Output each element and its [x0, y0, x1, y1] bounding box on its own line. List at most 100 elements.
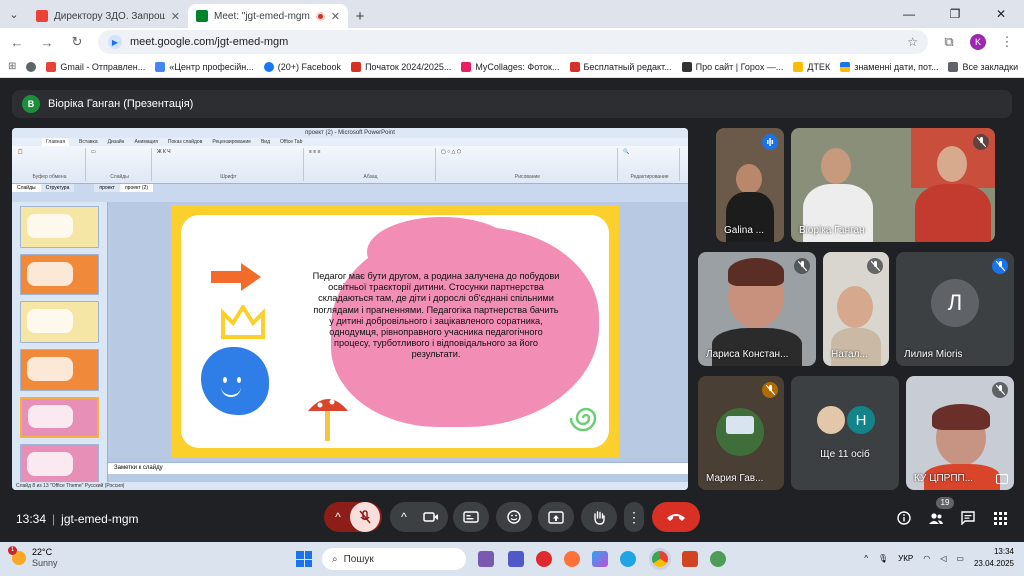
present-screen-button[interactable]: [538, 502, 574, 532]
opera-icon[interactable]: [536, 551, 552, 567]
participant-tile[interactable]: КУ ЦПРПП...: [906, 376, 1014, 490]
powerpoint-icon[interactable]: [682, 551, 698, 567]
current-slide[interactable]: Педагог має бути другом, а родина залуче…: [171, 205, 619, 458]
participant-tile[interactable]: Л Лилия Мioris: [896, 252, 1014, 366]
new-tab-button[interactable]: +: [348, 4, 372, 28]
chrome-icon[interactable]: [652, 551, 668, 567]
doc-tab[interactable]: проект (2): [119, 184, 154, 192]
bookmark-item[interactable]: «Центр професійн...: [155, 61, 254, 72]
pip-icon[interactable]: [996, 474, 1008, 484]
slide-notes[interactable]: Заметки к слайду: [108, 462, 688, 474]
slide-quote-text[interactable]: Педагог має бути другом, а родина залуче…: [311, 271, 561, 361]
task-view-icon[interactable]: [478, 551, 494, 567]
edge-icon[interactable]: [620, 551, 636, 567]
battery-icon[interactable]: ▭: [956, 554, 964, 563]
reactions-button[interactable]: [496, 502, 532, 532]
video-options-chevron-icon[interactable]: ^: [392, 510, 416, 524]
doc-tab[interactable]: проект: [94, 184, 120, 192]
bookmark-item[interactable]: (20+) Facebook: [263, 61, 341, 72]
bookmark-item[interactable]: Початок 2024/2025...: [351, 61, 451, 72]
participant-tile[interactable]: Віоріка Ганган: [791, 128, 995, 242]
app-icon[interactable]: [710, 551, 726, 567]
participant-tile[interactable]: Лариса Констан...: [698, 252, 816, 366]
shapes-icon[interactable]: ▢ ○ △ ⬡: [441, 149, 614, 155]
extensions-icon[interactable]: ⧉: [940, 34, 958, 50]
leave-call-button[interactable]: [652, 502, 700, 532]
wifi-icon[interactable]: ◠: [923, 554, 930, 563]
slide-thumbnail[interactable]: [20, 253, 99, 296]
font-icon[interactable]: Ж К Ч: [157, 149, 300, 155]
ribbon-tab[interactable]: Вид: [261, 138, 270, 146]
bookmark-item[interactable]: Про сайт | Горох —...: [681, 61, 783, 72]
paragraph-icon[interactable]: ≡ ≡ ≡: [309, 149, 432, 155]
ribbon-tab[interactable]: Рецензирование: [212, 138, 251, 146]
ribbon-tab[interactable]: Главная: [42, 138, 70, 146]
profile-avatar[interactable]: K: [970, 34, 986, 50]
participants-button[interactable]: [926, 508, 946, 528]
taskbar-clock[interactable]: 13:34 23.04.2025: [974, 546, 1014, 570]
restore-icon[interactable]: ❐: [932, 0, 978, 28]
close-tab-icon[interactable]: ✕: [171, 10, 180, 23]
panel-tab-outline[interactable]: Структура: [40, 184, 75, 192]
ribbon-tab[interactable]: Показ слайдов: [168, 138, 202, 146]
tab-search-chevron-icon[interactable]: ⌄: [0, 0, 28, 28]
bookmark-item[interactable]: Бесплатный редакт...: [569, 61, 672, 72]
firefox-icon[interactable]: [564, 551, 580, 567]
camera-toggle-button[interactable]: [416, 511, 446, 523]
all-bookmarks[interactable]: Все закладки: [948, 61, 1018, 72]
meeting-details-button[interactable]: [894, 508, 914, 528]
volume-icon[interactable]: ◁: [940, 554, 946, 563]
slide-thumbnail[interactable]: [20, 206, 99, 248]
slide-thumbnail[interactable]: [20, 444, 99, 486]
keyboard-language[interactable]: УКР: [898, 554, 913, 563]
bookmark-item[interactable]: ДТЕК: [793, 61, 830, 72]
browser-tab-1[interactable]: Директору ЗДО. Запрошення ✕: [28, 4, 188, 28]
ribbon-tab[interactable]: Анимация: [134, 138, 157, 146]
clipboard-icon[interactable]: 📋: [17, 149, 82, 155]
site-info-icon[interactable]: ▶: [108, 35, 122, 49]
chat-button[interactable]: [958, 508, 978, 528]
windows-start-icon[interactable]: [296, 551, 312, 567]
bookmark-item[interactable]: MyCollages: Фоток...: [461, 61, 560, 72]
browser-tab-2[interactable]: Meet: "jgt-emed-mgm" ✕: [188, 4, 348, 28]
close-window-icon[interactable]: ✕: [978, 0, 1024, 28]
slide-thumbnail[interactable]: [20, 301, 99, 343]
slides-icon[interactable]: ▭: [91, 149, 148, 155]
forward-icon[interactable]: →: [38, 35, 56, 50]
ribbon-tab[interactable]: Office Tab: [280, 138, 302, 146]
address-url[interactable]: meet.google.com/jgt-emed-mgm: [130, 36, 899, 48]
close-tab-icon[interactable]: ✕: [331, 10, 340, 23]
microphone-tray-icon[interactable]: 🎙: [878, 554, 888, 563]
slide-thumbnail[interactable]: [20, 396, 99, 439]
bookmark-item[interactable]: Gmail - Отправлен...: [46, 61, 145, 72]
reload-icon[interactable]: ↻: [68, 34, 86, 50]
slide-thumbnail[interactable]: [20, 348, 99, 391]
activities-button[interactable]: [990, 508, 1010, 528]
address-bar[interactable]: ▶ meet.google.com/jgt-emed-mgm ☆: [98, 30, 928, 54]
audio-options-chevron-icon[interactable]: ^: [326, 510, 350, 524]
participant-tile[interactable]: Galina ...: [716, 128, 784, 242]
weather-widget[interactable]: 1 22°C Sunny: [8, 546, 58, 569]
minimize-icon[interactable]: —: [886, 0, 932, 28]
more-options-button[interactable]: ⋮: [624, 502, 644, 532]
tray-chevron-icon[interactable]: ^: [864, 554, 868, 563]
browser-menu-icon[interactable]: ⋮: [998, 34, 1016, 50]
taskbar-search[interactable]: ⌕ Пошук: [322, 548, 466, 570]
captions-button[interactable]: [453, 502, 489, 532]
find-icon[interactable]: 🔍: [623, 149, 676, 155]
bookmark-item[interactable]: [26, 61, 37, 72]
bookmark-item[interactable]: знаменні дати, пот...: [840, 61, 938, 72]
participant-tile[interactable]: Мария Гав...: [698, 376, 784, 490]
raise-hand-button[interactable]: [581, 502, 617, 532]
ribbon-tab[interactable]: Вставка: [79, 138, 98, 146]
mic-toggle-button[interactable]: [350, 502, 380, 532]
more-participants-tile[interactable]: Н Ще 11 осіб: [791, 376, 899, 490]
panel-tab-slides[interactable]: Слайды: [12, 184, 41, 192]
bookmark-star-icon[interactable]: ☆: [907, 35, 918, 49]
back-icon[interactable]: ←: [8, 35, 26, 50]
teams-icon[interactable]: [508, 551, 524, 567]
participant-tile[interactable]: Натал...: [823, 252, 889, 366]
copilot-icon[interactable]: [592, 551, 608, 567]
apps-grid-icon[interactable]: ⊞: [8, 61, 16, 72]
ribbon-tab[interactable]: Дизайн: [108, 138, 125, 146]
